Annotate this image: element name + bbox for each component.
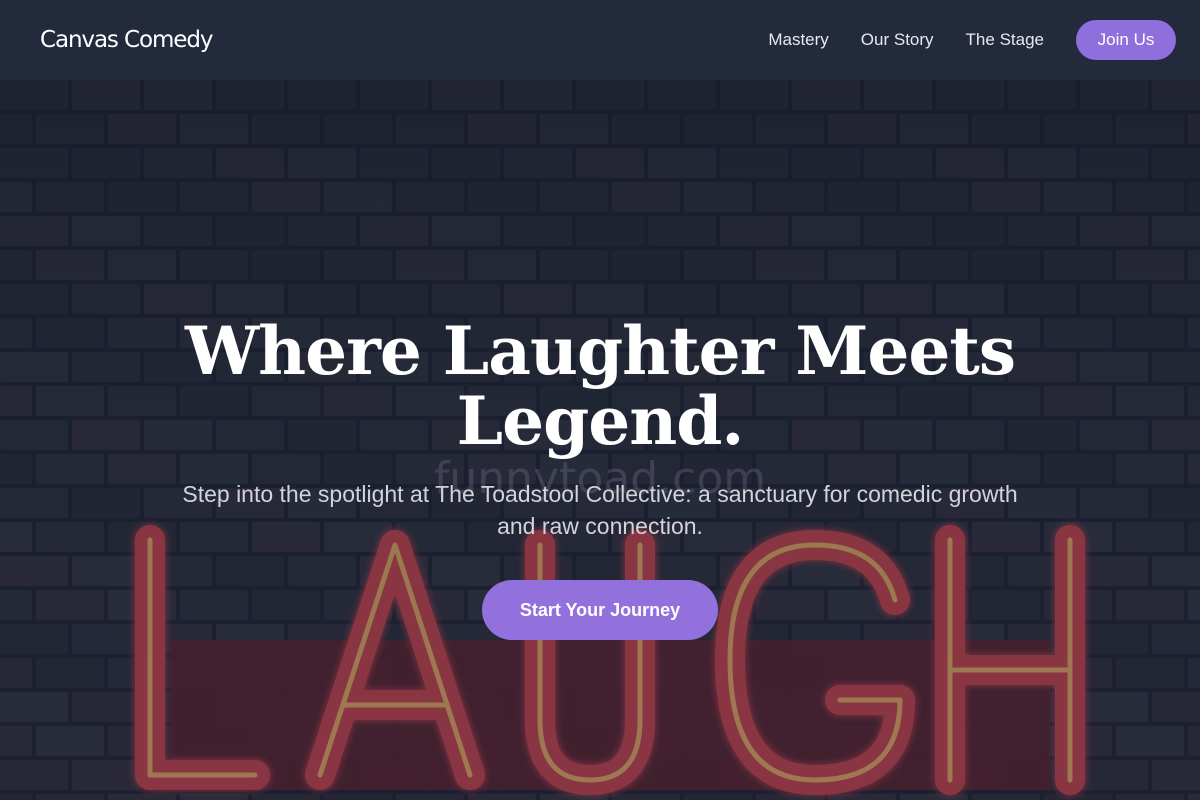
- join-us-button[interactable]: Join Us: [1076, 20, 1176, 60]
- hero-section: funnytoad.com Where Laughter Meets Legen…: [0, 80, 1200, 800]
- nav-link-mastery[interactable]: Mastery: [768, 30, 828, 50]
- nav-link-the-stage[interactable]: The Stage: [966, 30, 1044, 50]
- hero-content: Where Laughter Meets Legend. Step into t…: [0, 316, 1200, 640]
- site-header: Canvas Comedy Mastery Our Story The Stag…: [0, 0, 1200, 80]
- hero-title: Where Laughter Meets Legend.: [184, 312, 1016, 460]
- hero-subtitle: Step into the spotlight at The Toadstool…: [182, 481, 1018, 539]
- brand-logo[interactable]: Canvas Comedy: [40, 27, 213, 53]
- start-journey-button[interactable]: Start Your Journey: [482, 580, 718, 640]
- main-nav: Mastery Our Story The Stage Join Us: [768, 20, 1176, 60]
- nav-link-our-story[interactable]: Our Story: [861, 30, 934, 50]
